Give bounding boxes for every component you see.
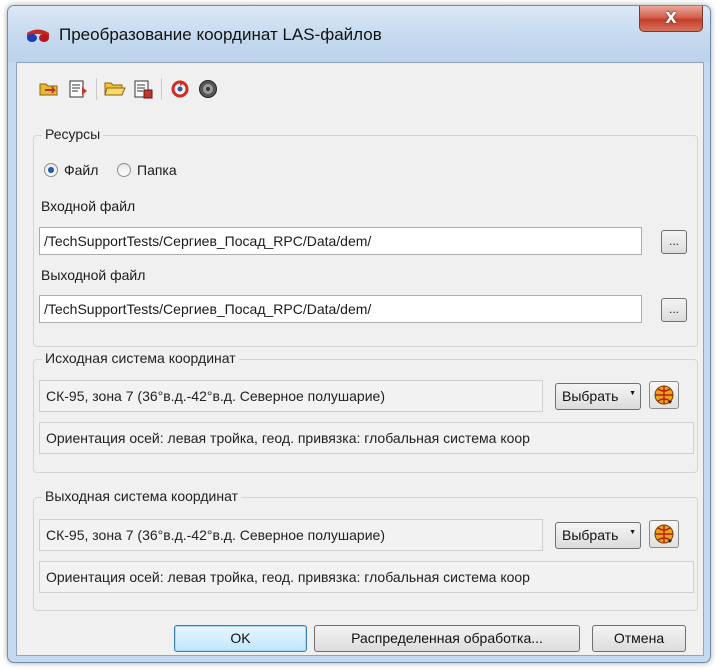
radio-file-indicator[interactable]	[44, 163, 58, 177]
distributed-processing-button[interactable]: Распределенная обработка...	[314, 625, 580, 652]
target-cs-orientation: Ориентация осей: левая тройка, геод. при…	[39, 561, 694, 593]
input-file-field[interactable]: /TechSupportTests/Сергиев_Посад_RPC/Data…	[39, 227, 642, 255]
radio-folder[interactable]: Папка	[117, 162, 177, 178]
target-cs-value: СК-95, зона 7 (36°в.д.-42°в.д. Северное …	[39, 519, 543, 551]
title-bar[interactable]: Преобразование координат LAS-файлов X	[8, 6, 710, 62]
refresh-icon[interactable]	[167, 76, 193, 102]
load-settings-icon[interactable]	[65, 76, 91, 102]
open-folder-arrow-icon[interactable]	[37, 76, 63, 102]
output-browse-button[interactable]: ...	[661, 298, 687, 322]
window-title: Преобразование координат LAS-файлов	[59, 25, 382, 44]
target-cs-select-label: Выбрать	[562, 527, 619, 543]
input-file-label: Входной файл	[41, 198, 136, 214]
dialog-content: Ресурсы Файл Папка Входной файл /TechSup…	[16, 62, 704, 656]
globe-icon[interactable]	[649, 381, 679, 409]
toolbar-separator	[96, 78, 97, 100]
settings-gear-icon[interactable]	[195, 76, 221, 102]
target-cs-select-button[interactable]: Выбрать ▼	[555, 522, 641, 549]
target-cs-group: Выходная система координат СК-95, зона 7…	[33, 488, 698, 611]
open-folder-icon[interactable]	[102, 76, 128, 102]
source-cs-orientation: Ориентация осей: левая тройка, геод. при…	[39, 422, 694, 454]
source-cs-group: Исходная система координат СК-95, зона 7…	[33, 350, 698, 473]
globe-icon[interactable]	[649, 520, 679, 548]
cancel-button[interactable]: Отмена	[592, 625, 686, 652]
app-glasses-icon	[27, 29, 49, 42]
toolbar-separator	[161, 78, 162, 100]
source-cs-select-button[interactable]: Выбрать ▼	[555, 383, 641, 410]
output-file-field[interactable]: /TechSupportTests/Сергиев_Посад_RPC/Data…	[39, 295, 642, 323]
save-settings-icon[interactable]	[130, 76, 156, 102]
dialog-window: Преобразование координат LAS-файлов X Ре…	[7, 5, 711, 663]
source-cs-value: СК-95, зона 7 (36°в.д.-42°в.д. Северное …	[39, 380, 543, 412]
source-cs-legend: Исходная система координат	[42, 350, 239, 366]
resources-legend: Ресурсы	[42, 126, 104, 142]
close-button[interactable]: X	[639, 6, 703, 32]
radio-file[interactable]: Файл	[44, 162, 98, 178]
input-browse-button[interactable]: ...	[661, 230, 687, 254]
dropdown-arrow-icon: ▼	[629, 390, 636, 397]
target-cs-legend: Выходная система координат	[42, 488, 241, 504]
radio-file-label: Файл	[64, 162, 99, 178]
dropdown-arrow-icon: ▼	[629, 529, 636, 536]
output-file-label: Выходной файл	[41, 267, 146, 283]
radio-folder-label: Папка	[137, 162, 177, 178]
toolbar	[37, 75, 223, 103]
resources-group: Ресурсы Файл Папка Входной файл /TechSup…	[33, 126, 698, 347]
radio-folder-indicator[interactable]	[117, 163, 131, 177]
ok-button[interactable]: OK	[174, 625, 307, 652]
source-cs-select-label: Выбрать	[562, 388, 619, 404]
